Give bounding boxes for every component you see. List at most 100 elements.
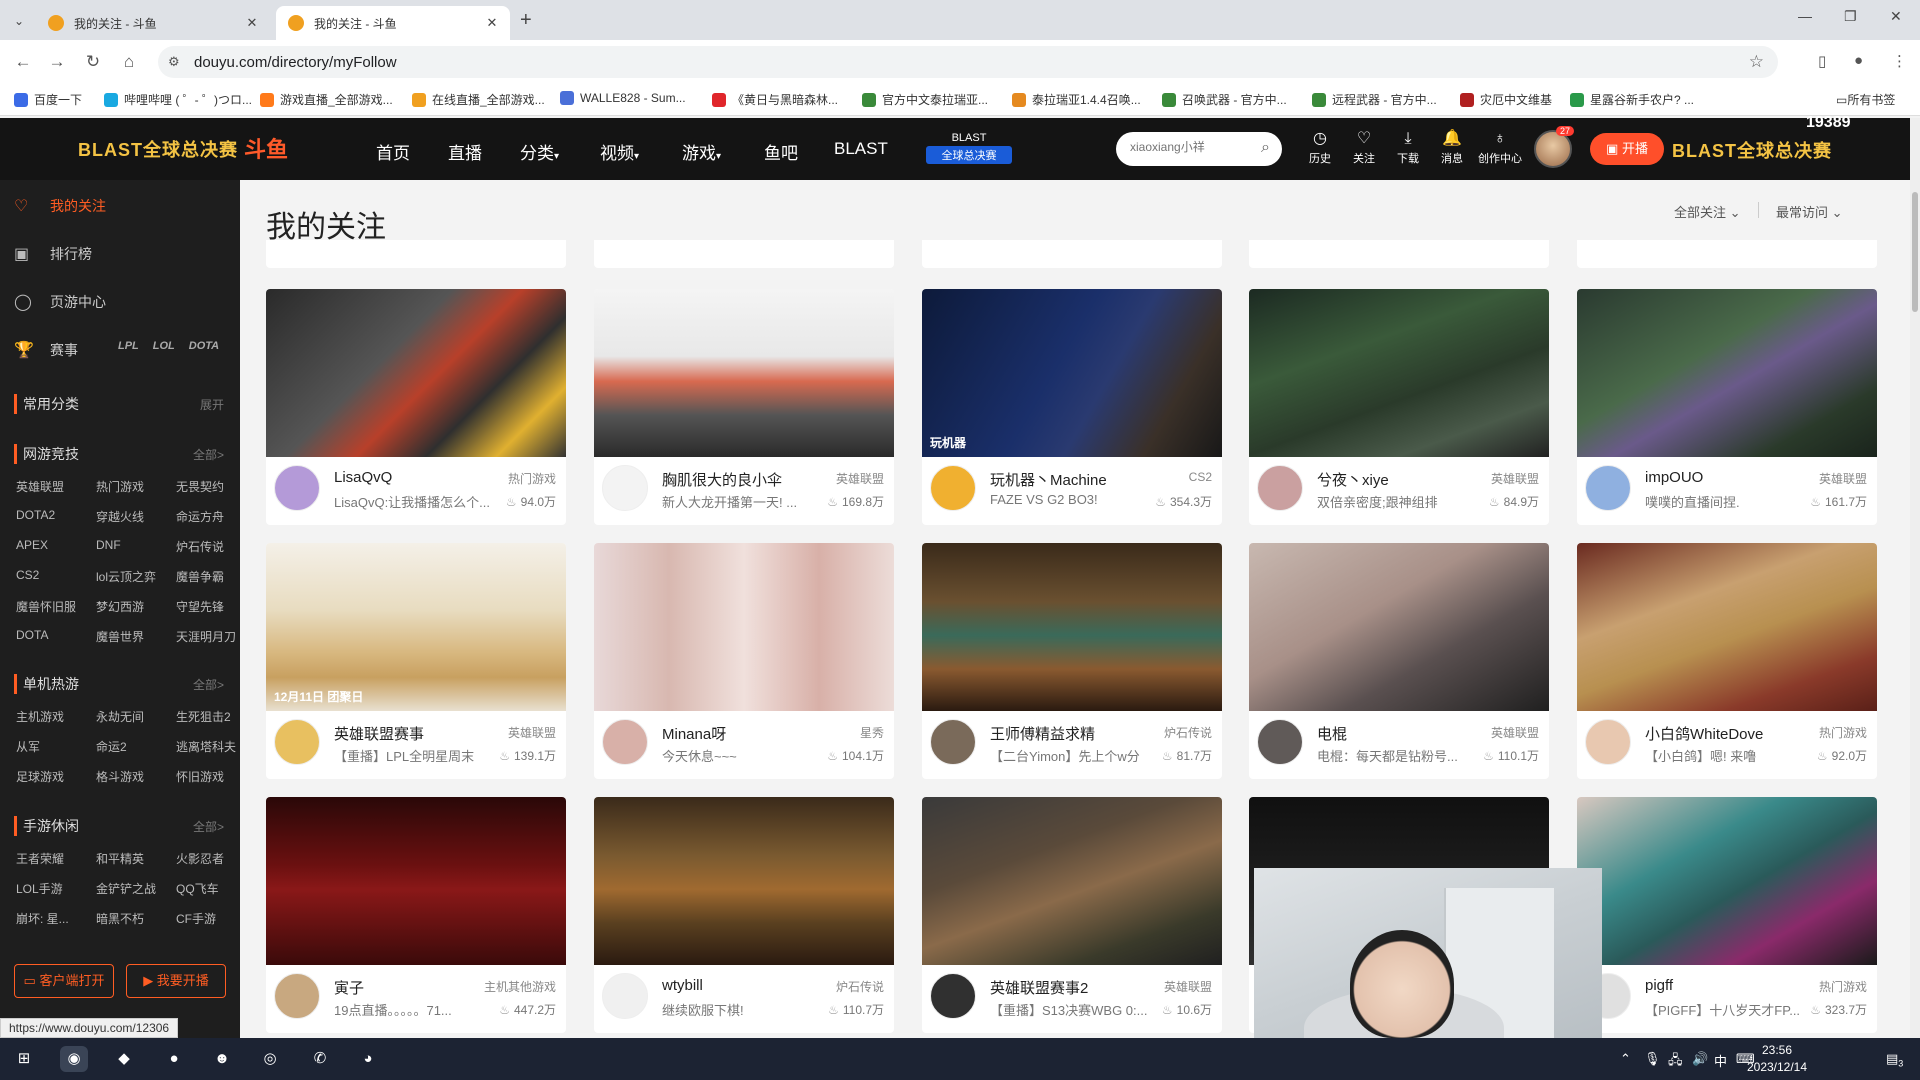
stream-category[interactable]: 热门游戏 [508, 470, 556, 487]
streamer-avatar[interactable] [602, 719, 648, 765]
messages-button[interactable]: 🔔 消息 [1434, 130, 1470, 166]
sidebar-category[interactable]: 守望先锋 [176, 598, 224, 615]
filter-all-follows[interactable]: 全部关注 ⌄ [1674, 202, 1741, 221]
stream-card[interactable]: pigff 热门游戏 【PIGFF】十八岁天才FP... ♨ 323.7万 [1577, 797, 1877, 1033]
game-icon[interactable]: ● [160, 1046, 188, 1072]
microphone-icon[interactable]: 🎙 [1644, 1051, 1661, 1067]
tab-search-icon[interactable]: ⌄ [8, 10, 30, 32]
stream-category[interactable]: 炉石传说 [1164, 724, 1212, 741]
bookmark-item[interactable]: 游戏直播_全部游戏... [260, 91, 393, 108]
open-client-button[interactable]: ▭ 客户端打开 [14, 964, 114, 998]
stream-card[interactable]: 王师傅精益求精 炉石传说 【二台Yimon】先上个w分 ♨ 81.7万 [922, 543, 1222, 779]
chrome-icon[interactable]: ◉ [60, 1046, 88, 1072]
sidebar-category[interactable]: 主机游戏 [16, 708, 64, 725]
streamer-name[interactable]: 英雄联盟赛事2 [990, 977, 1150, 998]
sidebar-category[interactable]: 命运方舟 [176, 508, 224, 525]
bookmark-item[interactable]: 召唤武器 - 官方中... [1162, 91, 1287, 108]
streamer-avatar[interactable] [274, 465, 320, 511]
sidebar-category[interactable]: lol云顶之弈 [96, 568, 156, 585]
stream-thumbnail[interactable] [266, 289, 566, 457]
nav-category[interactable]: 分类▾ [520, 139, 559, 164]
close-tab-icon[interactable]: ✕ [244, 15, 260, 31]
stream-category[interactable]: CS2 [1189, 470, 1212, 484]
stream-card[interactable]: impOUO 英雄联盟 噗噗的直播间捏. ♨ 161.7万 [1577, 289, 1877, 525]
stream-card[interactable]: Minana呀 星秀 今天休息~~~ ♨ 104.1万 [594, 543, 894, 779]
stream-category[interactable]: 热门游戏 [1819, 978, 1867, 995]
download-button[interactable]: ⤓ 下载 [1390, 130, 1426, 166]
streamer-avatar[interactable] [1585, 465, 1631, 511]
card-partial[interactable] [922, 240, 1222, 268]
sidebar-section-more[interactable]: 全部> [193, 818, 224, 835]
sidebar-category[interactable]: 永劫无间 [96, 708, 144, 725]
sidebar-category[interactable]: CS2 [16, 568, 39, 582]
sidebar-category[interactable]: 火影忍者 [176, 850, 224, 867]
stream-card[interactable]: 小白鸽WhiteDove 热门游戏 【小白鸽】嗯! 来噜 ♨ 92.0万 [1577, 543, 1877, 779]
sidebar-category[interactable]: 从军 [16, 738, 40, 755]
blast-brand-banner[interactable]: BLAST全球总决赛 [78, 136, 238, 162]
bookmark-item[interactable]: 灾厄中文维基 [1460, 91, 1552, 108]
sidebar-category[interactable]: 魔兽怀旧服 [16, 598, 76, 615]
restore-icon[interactable]: ❐ [1844, 8, 1857, 25]
all-bookmarks-folder[interactable]: ▭ 所有书签 [1836, 91, 1895, 108]
bookmark-item[interactable]: 官方中文泰拉瑞亚... [862, 91, 988, 108]
streamer-avatar[interactable] [1257, 465, 1303, 511]
card-partial[interactable] [1249, 240, 1549, 268]
stream-category[interactable]: 英雄联盟 [836, 470, 884, 487]
close-window-icon[interactable]: ✕ [1890, 8, 1902, 25]
sidebar-category[interactable]: 崩坏: 星... [16, 910, 69, 927]
streamer-avatar[interactable] [602, 465, 648, 511]
sidebar-category[interactable]: 天涯明月刀 [176, 628, 236, 645]
streamer-avatar[interactable] [1585, 719, 1631, 765]
bookmark-item[interactable]: 泰拉瑞亚1.4.4召唤... [1012, 91, 1141, 108]
qq-icon[interactable]: ☻ [208, 1046, 236, 1072]
sidebar-item-events[interactable]: 🏆 赛事 [14, 338, 78, 362]
stream-thumbnail[interactable] [594, 797, 894, 965]
close-tab-icon[interactable]: ✕ [484, 15, 500, 31]
streamer-name[interactable]: 胸肌很大的良小伞 [662, 469, 822, 490]
ime-indicator[interactable]: 中 [1714, 1051, 1727, 1070]
bookmark-item[interactable]: 《黄日与黑暗森林... [712, 91, 838, 108]
stream-category[interactable]: 英雄联盟 [1491, 724, 1539, 741]
sidepanel-icon[interactable]: ▯ [1818, 52, 1826, 70]
clock[interactable]: 23:56 2023/12/14 [1742, 1042, 1812, 1076]
sidebar-category[interactable]: 梦幻西游 [96, 598, 144, 615]
streamer-name[interactable]: pigff [1645, 977, 1805, 994]
bookmark-star-icon[interactable]: ☆ [1749, 52, 1764, 72]
sidebar-category[interactable]: 金铲铲之战 [96, 880, 156, 897]
stream-card[interactable]: 兮夜丶xiye 英雄联盟 双倍亲密度;跟神组排 ♨ 84.9万 [1249, 289, 1549, 525]
douyu-logo[interactable]: 斗鱼 [244, 132, 288, 164]
new-tab-button[interactable]: + [520, 10, 532, 30]
sidebar-category[interactable]: 王者荣耀 [16, 850, 64, 867]
volume-icon[interactable]: 🔊 [1692, 1051, 1708, 1067]
streamer-avatar[interactable] [930, 719, 976, 765]
streamer-name[interactable]: impOUO [1645, 469, 1805, 486]
sidebar-category[interactable]: DOTA [16, 628, 48, 642]
bookmark-item[interactable]: 在线直播_全部游戏... [412, 91, 545, 108]
streamer-name[interactable]: 英雄联盟赛事 [334, 723, 494, 744]
stream-thumbnail[interactable] [266, 797, 566, 965]
dota-logo-icon[interactable]: DOTA [189, 340, 219, 352]
stream-thumbnail[interactable] [1577, 289, 1877, 457]
nav-blast[interactable]: BLAST [834, 139, 888, 159]
sidebar-category[interactable]: 热门游戏 [96, 478, 144, 495]
streamer-avatar[interactable] [274, 973, 320, 1019]
streamer-avatar[interactable] [930, 973, 976, 1019]
stream-card[interactable]: 电棍 英雄联盟 电棍：每天都是钻粉号... ♨ 110.1万 [1249, 543, 1549, 779]
sidebar-category[interactable]: 暗黑不朽 [96, 910, 144, 927]
site-info-icon[interactable]: ⚙ [168, 54, 180, 70]
reload-icon[interactable]: ↻ [82, 52, 104, 72]
stream-thumbnail[interactable] [1577, 797, 1877, 965]
stream-category[interactable]: 炉石传说 [836, 978, 884, 995]
sidebar-category[interactable]: DOTA2 [16, 508, 55, 522]
stream-card[interactable]: 12月11日 团聚日 英雄联盟赛事 英雄联盟 【重播】LPL全明星周末 ♨ 139.1万 [266, 543, 566, 779]
go-live-button[interactable]: ▶ 我要开播 [126, 964, 226, 998]
stream-thumbnail[interactable] [594, 543, 894, 711]
streamer-name[interactable]: 玩机器丶Machine [990, 469, 1150, 490]
nav-home[interactable]: 首页 [376, 139, 410, 164]
follow-button[interactable]: ♡ 关注 [1346, 130, 1382, 166]
streamer-name[interactable]: Minana呀 [662, 723, 822, 744]
notification-icon[interactable]: ▤3 [1886, 1051, 1903, 1069]
sidebar-category[interactable]: 怀旧游戏 [176, 768, 224, 785]
start-live-button[interactable]: ▣ 开播 [1590, 133, 1664, 165]
owl-icon[interactable]: ◕ [354, 1046, 382, 1072]
